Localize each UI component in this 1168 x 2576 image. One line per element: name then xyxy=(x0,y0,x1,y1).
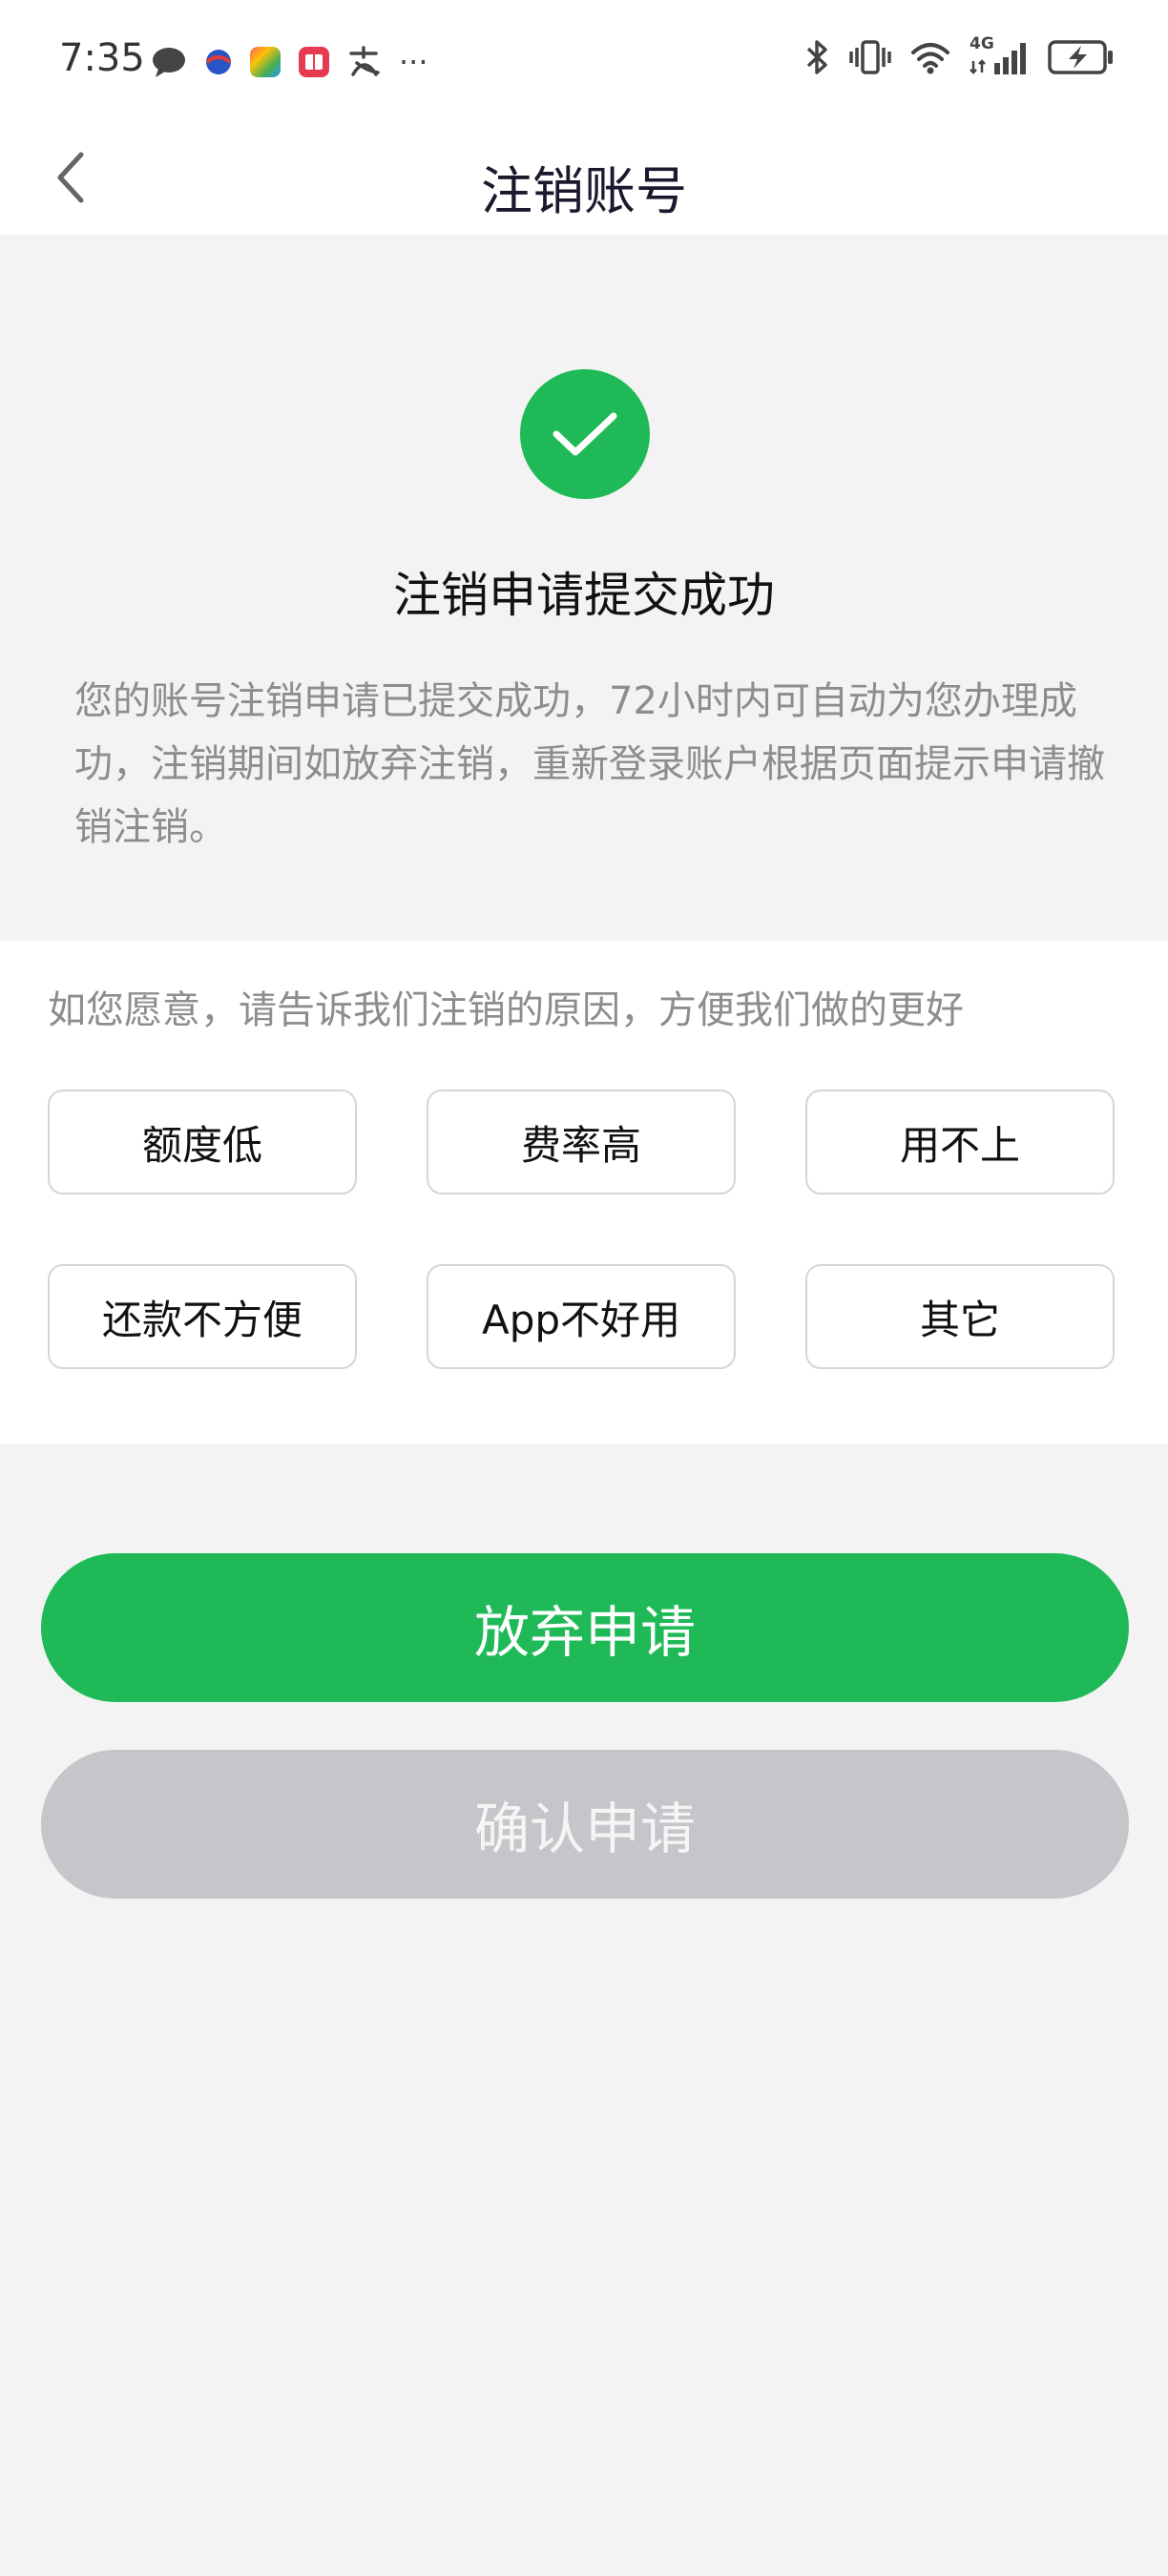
result-section: 注销申请提交成功 您的账号注销申请已提交成功，72小时内可自动为您办理成功，注销… xyxy=(0,235,1168,939)
reason-option-other[interactable]: 其它 xyxy=(805,1264,1115,1369)
signal-icon xyxy=(970,43,1026,74)
reason-prompt: 如您愿意，请告诉我们注销的原因，方便我们做的更好 xyxy=(48,988,964,1032)
chat-bubble-icon xyxy=(153,48,185,77)
reason-option-not-needed[interactable]: 用不上 xyxy=(805,1090,1115,1195)
globe-app-icon xyxy=(205,50,232,74)
reason-card: 如您愿意，请告诉我们注销的原因，方便我们做的更好 额度低 费率高 用不上 还款不… xyxy=(0,941,1168,1444)
more-notifications: ··· xyxy=(399,44,428,80)
system-icons: 4G xyxy=(805,34,1115,76)
notification-icons: ··· xyxy=(151,44,428,80)
reason-option-repayment-inconvenient[interactable]: 还款不方便 xyxy=(48,1264,357,1369)
reason-option-low-limit[interactable]: 额度低 xyxy=(48,1090,357,1195)
reason-options: 额度低 费率高 用不上 还款不方便 App不好用 其它 xyxy=(48,1090,1115,1369)
status-bar: 7:35 ··· 4G xyxy=(0,0,1168,120)
page-title: 注销账号 xyxy=(481,161,687,221)
bluetooth-icon xyxy=(806,40,827,74)
wifi-icon xyxy=(911,43,949,74)
check-circle-icon xyxy=(520,369,650,499)
result-title: 注销申请提交成功 xyxy=(393,568,775,623)
reason-option-app-bad[interactable]: App不好用 xyxy=(427,1264,736,1369)
red-book-icon xyxy=(299,47,329,77)
reason-option-high-rate[interactable]: 费率高 xyxy=(427,1090,736,1195)
result-description: 您的账号注销申请已提交成功，72小时内可自动为您办理成功，注销期间如放弃注销，重… xyxy=(74,679,1105,849)
confirm-application-button[interactable]: 确认申请 xyxy=(41,1750,1129,1899)
colorful-app-icon xyxy=(250,47,281,77)
signal-indicator: 4G xyxy=(970,34,1029,76)
status-time: 7:35 xyxy=(59,36,145,80)
vibrate-icon xyxy=(849,40,891,74)
alipay-icon xyxy=(349,46,380,76)
abandon-application-button[interactable]: 放弃申请 xyxy=(41,1553,1129,1702)
nav-bar: 注销账号 xyxy=(0,120,1168,235)
battery-charging-icon xyxy=(1048,40,1113,74)
